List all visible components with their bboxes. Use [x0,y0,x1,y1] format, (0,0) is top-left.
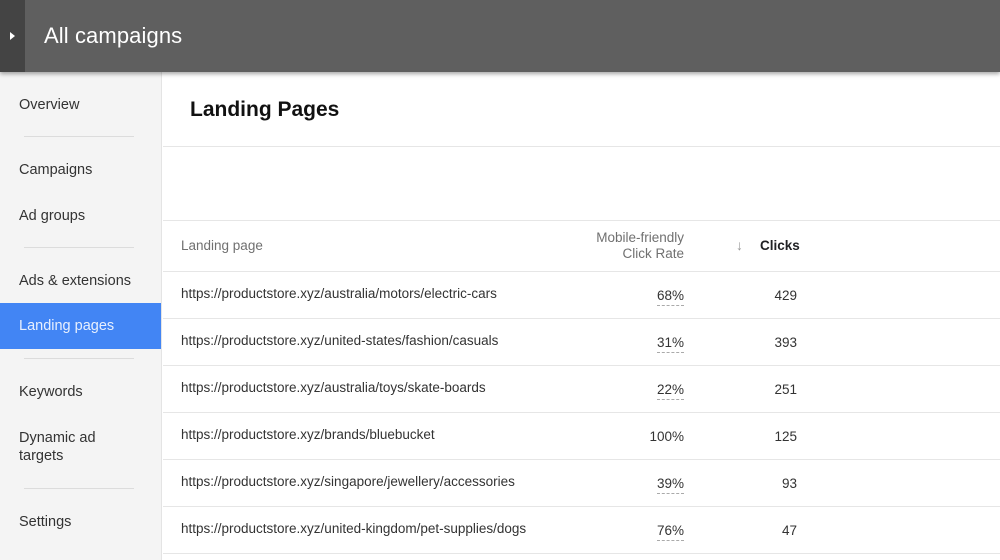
table-row: https://productstore.xyz/united-states/f… [163,319,1000,366]
arrow-down-icon[interactable]: ↓ [736,237,743,253]
landing-page-url[interactable]: https://productstore.xyz/australia/toys/… [181,380,486,395]
column-header-landing-page[interactable]: Landing page [181,238,263,253]
column-header-clicks[interactable]: Clicks [760,238,800,253]
sidebar-item-ad-groups[interactable]: Ad groups [0,207,161,225]
main-content: Landing Pages Landing page Mobile-friend… [163,72,1000,560]
sidebar-item-settings[interactable]: Settings [0,513,161,531]
table-row: https://productstore.xyz/brands/bluebuck… [163,413,1000,460]
triangle-right-icon [10,32,15,40]
sidebar-divider [24,247,134,248]
clicks-value: 251 [774,382,797,397]
page-title: Landing Pages [190,98,340,121]
column-header-mobile-click-rate[interactable]: Mobile-friendly Click Rate [596,230,684,262]
clicks-value: 93 [781,476,797,491]
app-title: All campaigns [44,23,183,48]
sidebar-divider [24,488,134,489]
mobile-click-rate[interactable]: 31% [656,335,684,353]
table-row: https://productstore.xyz/singapore/jewel… [163,460,1000,507]
mobile-click-rate[interactable]: 39% [656,476,684,494]
top-app-bar: All campaigns [0,0,1000,72]
clicks-value: 125 [774,429,797,444]
table-row: https://productstore.xyz/united-kingdom/… [163,507,1000,554]
mobile-click-rate[interactable]: 68% [656,288,684,306]
divider [163,146,1000,147]
sidebar-item-overview[interactable]: Overview [0,96,161,114]
landing-page-url[interactable]: https://productstore.xyz/brands/bluebuck… [181,427,435,442]
sidebar-item-ads-extensions[interactable]: Ads & extensions [0,272,161,290]
landing-page-url[interactable]: https://productstore.xyz/united-states/f… [181,333,498,348]
column-header-line: Mobile-friendly [596,230,684,245]
clicks-value: 47 [781,523,797,538]
clicks-value: 393 [774,335,797,350]
sidebar-item-landing-pages[interactable]: Landing pages [0,303,161,349]
landing-page-url[interactable]: https://productstore.xyz/united-kingdom/… [181,521,526,536]
landing-page-url[interactable]: https://productstore.xyz/australia/motor… [181,286,497,301]
mobile-click-rate: 100% [649,429,684,444]
sidebar-toggle-button[interactable] [0,0,25,72]
sidebar-item-dynamic-ad-targets[interactable]: Dynamic ad targets [0,429,120,465]
sidebar-item-campaigns[interactable]: Campaigns [0,161,161,179]
clicks-value: 429 [774,288,797,303]
divider [163,220,1000,221]
landing-page-url[interactable]: https://productstore.xyz/singapore/jewel… [181,474,515,489]
sidebar-item-keywords[interactable]: Keywords [0,383,161,401]
sidebar-divider [24,136,134,137]
table-row: https://productstore.xyz/australia/toys/… [163,366,1000,413]
sidebar: Overview Campaigns Ad groups Ads & exten… [0,72,162,560]
mobile-click-rate[interactable]: 76% [656,523,684,541]
column-header-line: Click Rate [622,246,684,261]
mobile-click-rate[interactable]: 22% [656,382,684,400]
table-row: https://productstore.xyz/australia/motor… [163,272,1000,319]
sidebar-divider [24,358,134,359]
